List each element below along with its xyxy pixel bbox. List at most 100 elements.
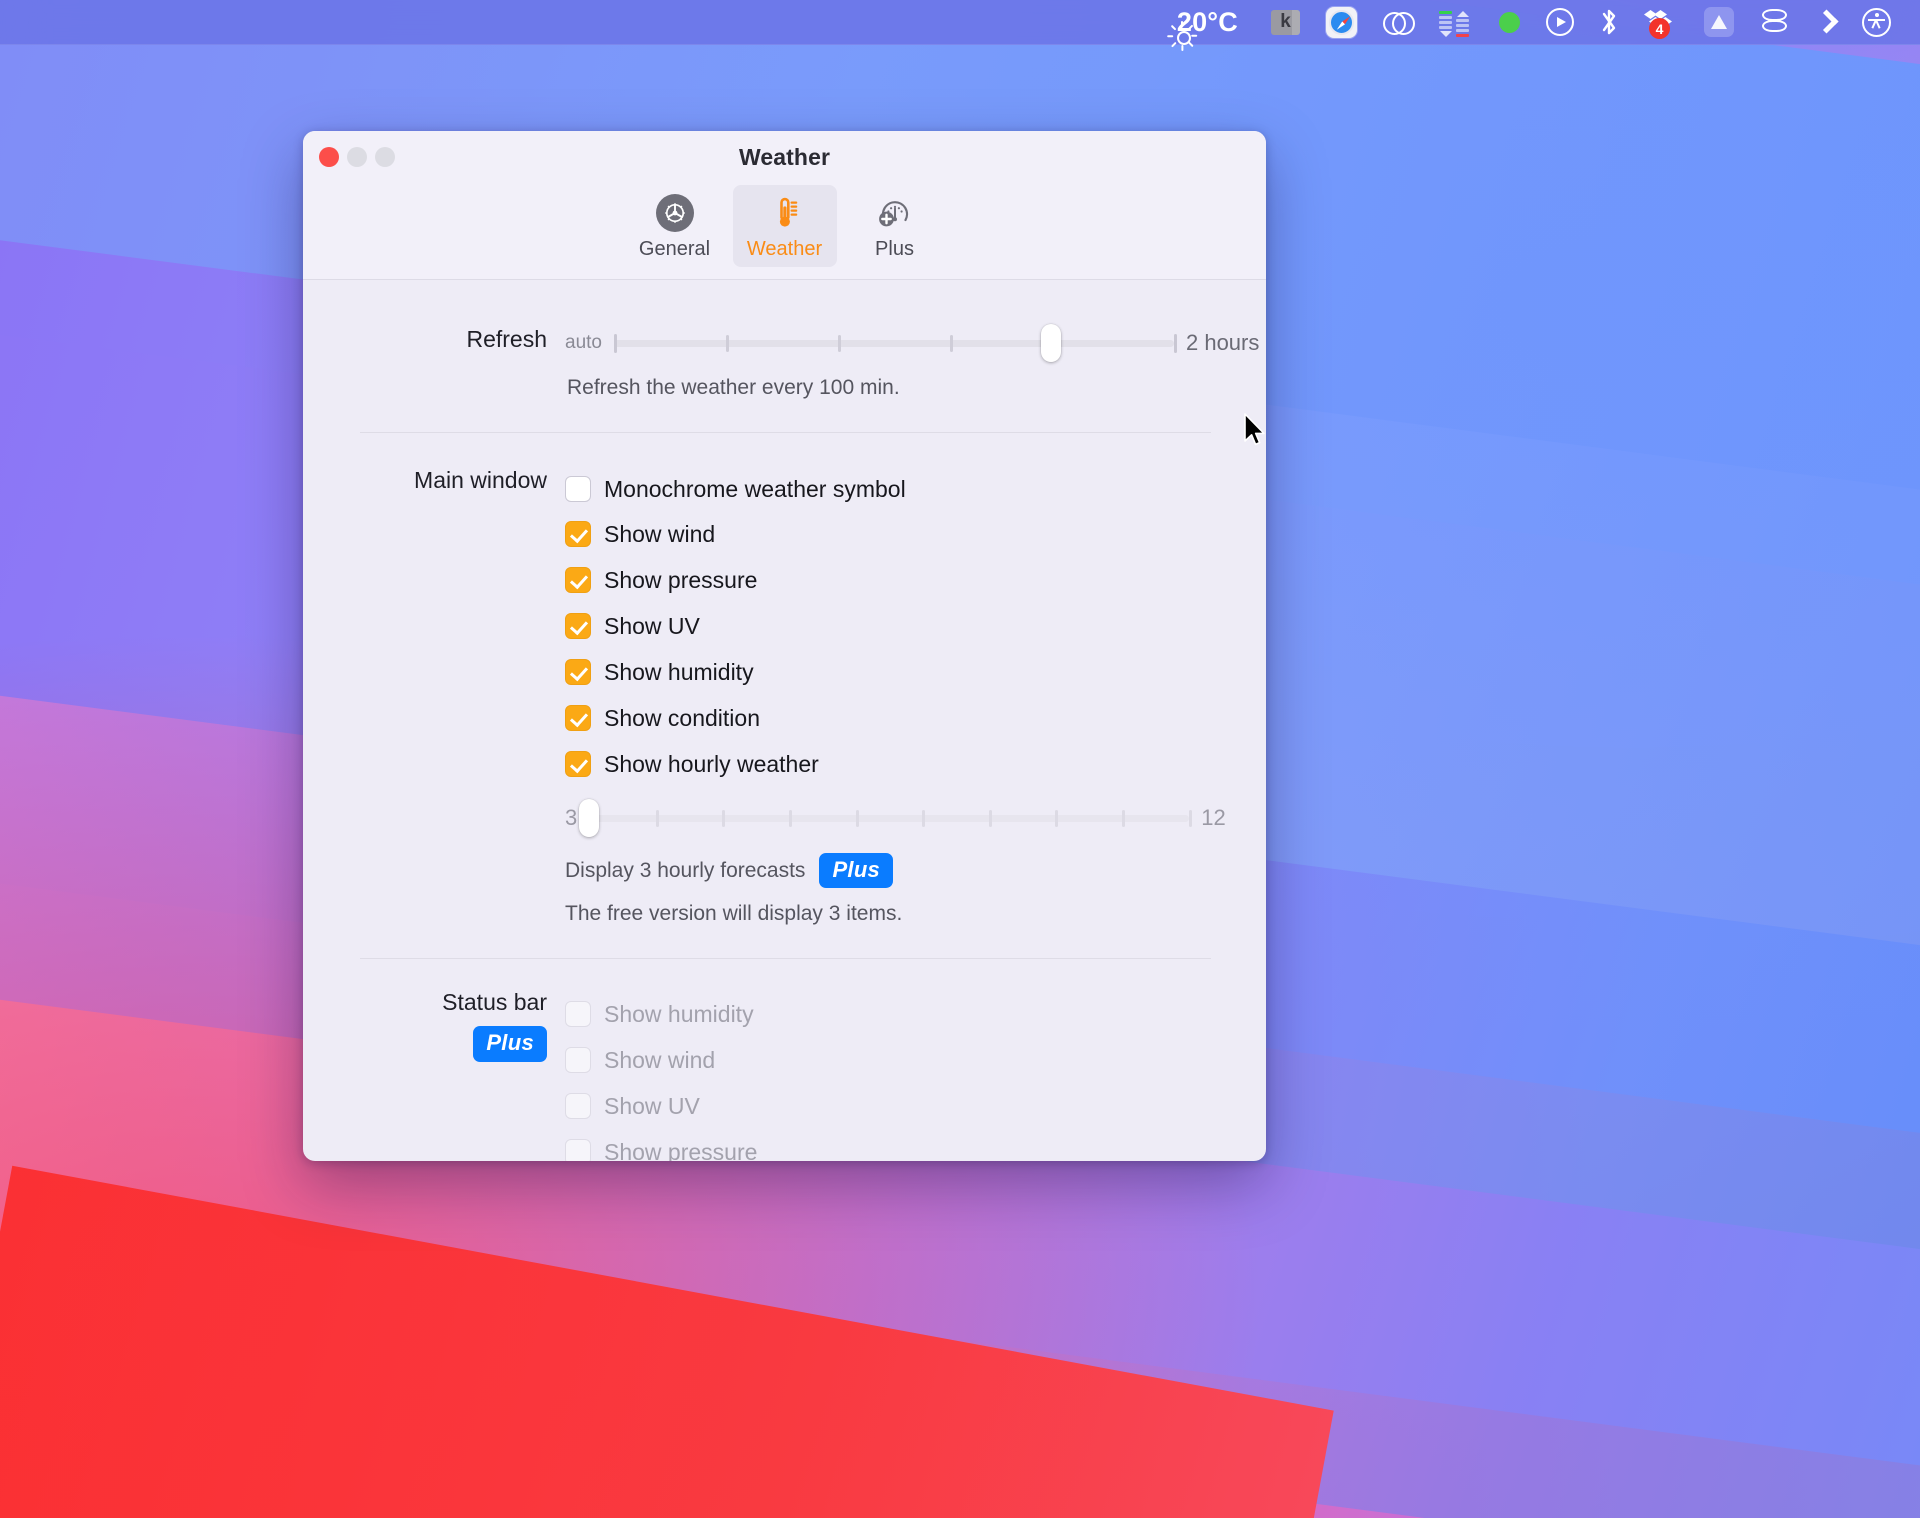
refresh-slider-track: [613, 339, 1174, 347]
status-bar-checkboxes: Show humidity Show wind Show UV Show pre…: [565, 989, 757, 1161]
plus-badge-hourly[interactable]: Plus: [819, 853, 894, 889]
plus-badge-status-bar[interactable]: Plus: [473, 1026, 547, 1062]
hourly-display-note: Display 3 hourly forecasts: [565, 858, 806, 882]
hourly-slider[interactable]: [579, 799, 1193, 837]
checkbox-show-humidity[interactable]: [565, 659, 591, 685]
layers-icon: [1760, 8, 1790, 36]
minimize-button[interactable]: [347, 147, 367, 167]
tab-plus[interactable]: Plus: [843, 185, 947, 267]
menubar-kaleidoscope-item[interactable]: k: [1258, 0, 1313, 45]
bluetooth-icon: [1600, 7, 1618, 37]
menubar-dropbox-item[interactable]: 4: [1631, 0, 1691, 45]
checkbox-row-status-show-humidity: Show humidity: [565, 991, 757, 1037]
menubar-safari-item[interactable]: [1313, 0, 1370, 45]
checkbox-row-status-show-uv: Show UV: [565, 1083, 757, 1129]
main-window-section: Main window Monochrome weather symbol Sh…: [303, 433, 1266, 926]
checkbox-label: Show pressure: [604, 566, 758, 593]
menubar-affinity-item[interactable]: [1691, 0, 1747, 45]
kaleidoscope-icon: k: [1271, 9, 1300, 35]
slider-tick: [725, 334, 729, 352]
checkbox-label: Show humidity: [604, 1000, 754, 1027]
tab-plus-label: Plus: [875, 238, 914, 260]
accessibility-icon: [1862, 7, 1891, 37]
checkbox-row-show-wind[interactable]: Show wind: [565, 511, 1226, 557]
slider-tick: [1173, 333, 1177, 353]
checkbox-label: Show hourly weather: [604, 750, 819, 777]
checkbox-label: Show condition: [604, 704, 760, 731]
checkbox-show-condition[interactable]: [565, 705, 591, 731]
slider-tick: [855, 809, 859, 827]
tab-weather[interactable]: Weather: [732, 185, 837, 267]
menubar-green-dot-item[interactable]: [1486, 0, 1533, 45]
creative-cloud-icon: [1383, 8, 1415, 36]
window-title: Weather: [738, 144, 831, 170]
slider-tick: [922, 809, 926, 827]
slider-tick: [837, 334, 841, 352]
checkbox-row-show-condition[interactable]: Show condition: [565, 695, 1226, 741]
checkbox-show-uv[interactable]: [565, 613, 591, 639]
checkbox-label: Show pressure: [604, 1138, 758, 1161]
menubar-istat-item[interactable]: [1426, 0, 1486, 45]
checkbox-show-wind[interactable]: [565, 521, 591, 547]
checkbox-label: Show wind: [604, 520, 716, 547]
slider-tick: [1122, 809, 1126, 827]
checkbox-label: Show wind: [604, 1046, 716, 1073]
slider-tick: [613, 333, 617, 353]
thermometer-icon: [765, 193, 805, 233]
checkbox-label: Show UV: [604, 1092, 700, 1119]
menubar-bluetooth-item[interactable]: [1587, 0, 1631, 45]
green-dot-icon: [1499, 11, 1520, 33]
dropbox-badge-count: 4: [1649, 18, 1670, 39]
menubar-creative-cloud-item[interactable]: [1370, 0, 1426, 45]
checkbox-row-show-humidity[interactable]: Show humidity: [565, 649, 1226, 695]
menubar-play-item[interactable]: [1533, 0, 1587, 45]
close-button[interactable]: [319, 147, 339, 167]
tab-weather-label: Weather: [746, 238, 823, 260]
preferences-toolbar: General Weather Plus: [303, 183, 1266, 280]
maximize-button[interactable]: [375, 147, 395, 167]
safari-icon: [1326, 6, 1357, 38]
desktop-screen: 20°C k 4 Weather General Weather Plus Re…: [0, 0, 1920, 1518]
affinity-icon: [1704, 7, 1734, 37]
hourly-slider-track: [589, 814, 1190, 822]
preferences-content: Refresh auto 2 hours Refresh the weather…: [303, 280, 1266, 1161]
main-window-label: Main window: [414, 467, 547, 493]
menubar-layers-item[interactable]: [1747, 0, 1803, 45]
checkbox-row-monochrome-weather-symbol[interactable]: Monochrome weather symbol: [565, 467, 1226, 511]
checkbox-label: Show humidity: [604, 658, 754, 685]
checkbox-row-show-hourly-weather[interactable]: Show hourly weather: [565, 741, 1226, 787]
refresh-slider-row: auto 2 hours: [565, 324, 1260, 362]
hourly-slider-thumb[interactable]: [579, 799, 600, 837]
gear-icon: [655, 193, 694, 233]
checkbox-status-show-pressure: [565, 1139, 591, 1161]
slider-tick: [789, 809, 793, 827]
refresh-slider[interactable]: [613, 324, 1177, 362]
checkbox-label: Show UV: [604, 612, 700, 639]
hourly-max-label: 12: [1201, 805, 1226, 830]
menubar-weather-item[interactable]: 20°C: [1155, 0, 1258, 51]
checkbox-show-pressure[interactable]: [565, 567, 591, 593]
hourly-slider-row: 3 12: [565, 799, 1226, 837]
refresh-helper-text: Refresh the weather every 100 min.: [567, 376, 900, 399]
refresh-max-label: 2 hours: [1185, 330, 1260, 355]
gauge-plus-icon: [875, 193, 915, 233]
checkbox-row-show-uv[interactable]: Show UV: [565, 603, 1226, 649]
play-icon: [1546, 8, 1574, 36]
checkbox-status-show-uv: [565, 1093, 591, 1120]
slider-tick: [722, 809, 726, 827]
slider-tick: [988, 809, 992, 827]
checkbox-row-show-pressure[interactable]: Show pressure: [565, 557, 1226, 603]
istat-menus-icon: [1439, 7, 1473, 37]
dropbox-icon: 4: [1644, 7, 1678, 39]
checkbox-show-hourly-weather[interactable]: [565, 751, 591, 777]
checkbox-row-status-show-wind: Show wind: [565, 1037, 757, 1083]
refresh-slider-thumb[interactable]: [1040, 324, 1061, 362]
tab-general[interactable]: General: [623, 185, 727, 267]
menubar-chevron-item[interactable]: [1803, 0, 1849, 45]
weather-preferences-window: Weather General Weather Plus Refresh aut…: [303, 131, 1266, 1161]
menubar-accessibility-item[interactable]: [1849, 0, 1904, 45]
checkbox-monochrome-weather-symbol[interactable]: [565, 476, 591, 502]
checkbox-row-status-show-pressure: Show pressure: [565, 1129, 757, 1161]
chevron-right-icon: [1816, 8, 1836, 36]
refresh-section: Refresh auto 2 hours Refresh the weather…: [303, 280, 1266, 400]
